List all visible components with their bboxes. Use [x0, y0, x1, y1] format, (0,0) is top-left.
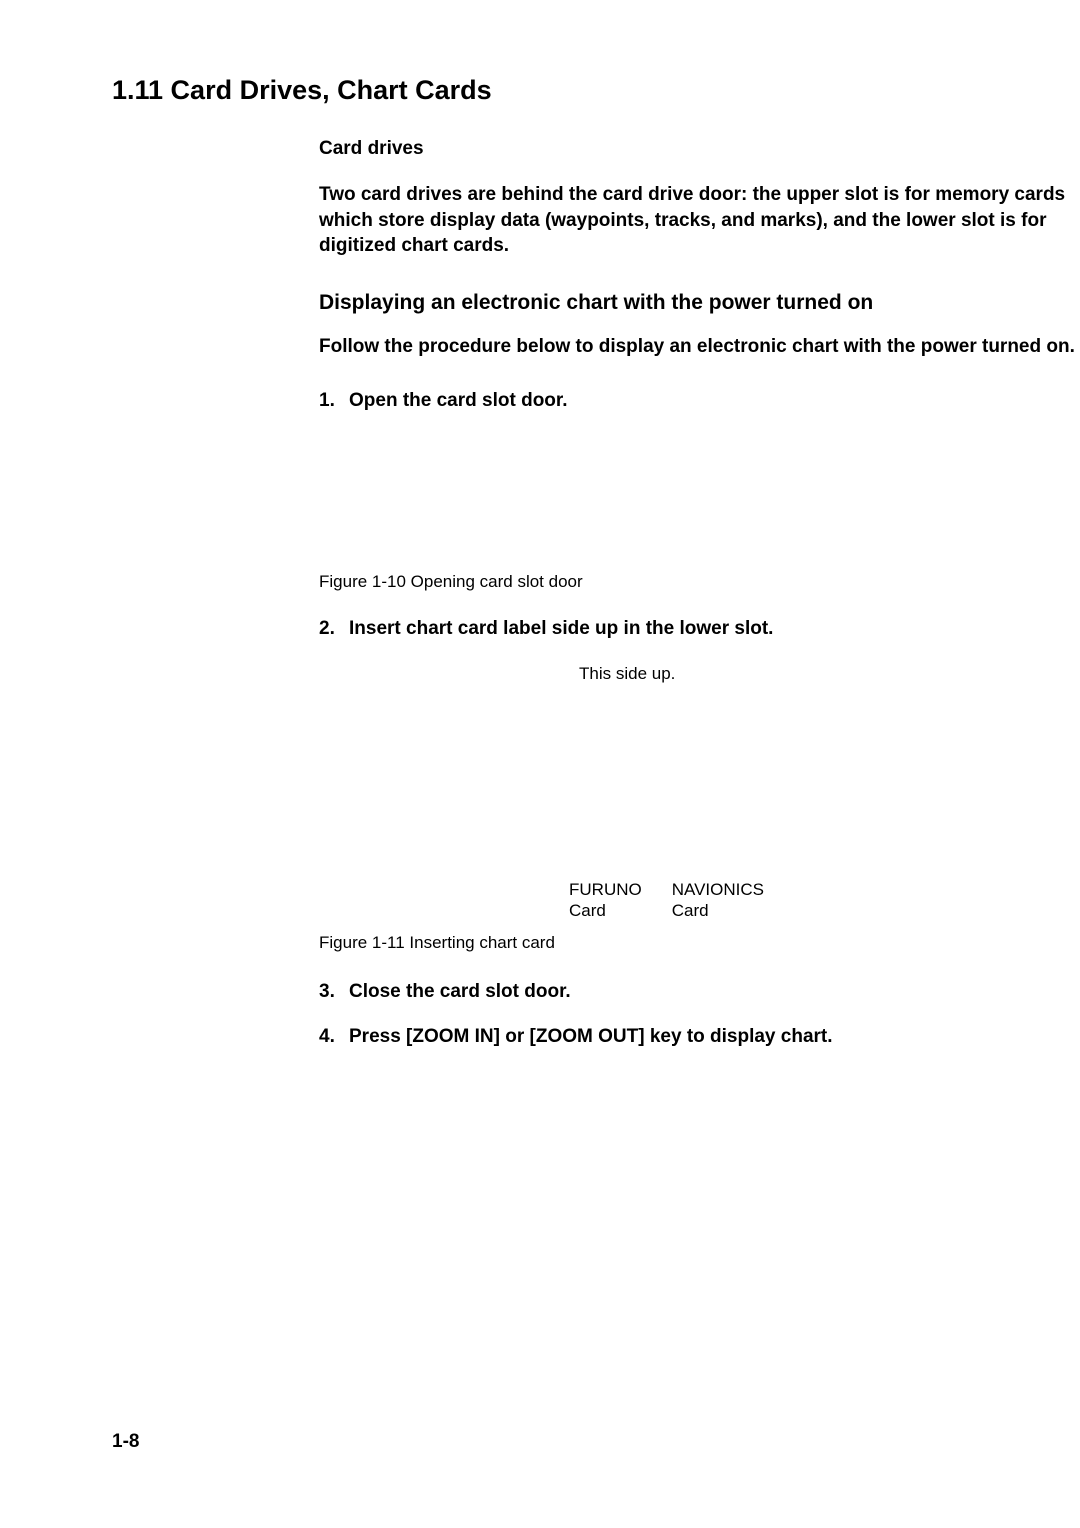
step-3-number: 3. — [319, 979, 349, 1006]
step-1-number: 1. — [319, 388, 349, 415]
step-1-text: Open the card slot door. — [349, 388, 568, 415]
step-2: 2. Insert chart card label side up in th… — [319, 616, 1079, 643]
step-2-number: 2. — [319, 616, 349, 643]
figure-2-placeholder: This side up. FURUNOCard NAVIONICSCard — [319, 661, 1079, 921]
figure-2-caption: Figure 1-11 Inserting chart card — [319, 933, 1079, 953]
section-title: 1.11 Card Drives, Chart Cards — [112, 75, 1070, 106]
step-4-number: 4. — [319, 1024, 349, 1051]
page-number: 1-8 — [112, 1431, 139, 1453]
furuno-card-label: FURUNOCard — [569, 879, 642, 922]
navionics-card-label: NAVIONICSCard — [672, 879, 764, 922]
displaying-heading: Displaying an electronic chart with the … — [319, 289, 1079, 316]
this-side-up-label: This side up. — [579, 664, 675, 684]
step-4-text: Press [ZOOM IN] or [ZOOM OUT] key to dis… — [349, 1024, 833, 1051]
step-2-text: Insert chart card label side up in the l… — [349, 616, 773, 643]
displaying-body: Follow the procedure below to display an… — [319, 334, 1079, 360]
figure-1-caption: Figure 1-10 Opening card slot door — [319, 572, 1079, 592]
step-4: 4. Press [ZOOM IN] or [ZOOM OUT] key to … — [319, 1024, 1079, 1051]
card-drives-body: Two card drives are behind the card driv… — [319, 182, 1079, 259]
card-labels-row: FURUNOCard NAVIONICSCard — [569, 879, 764, 922]
step-3: 3. Close the card slot door. — [319, 979, 1079, 1006]
step-1: 1. Open the card slot door. — [319, 388, 1079, 415]
step-3-text: Close the card slot door. — [349, 979, 571, 1006]
figure-1-placeholder — [319, 432, 1079, 572]
content-area: Card drives Two card drives are behind t… — [319, 138, 1079, 1050]
card-drives-heading: Card drives — [319, 138, 1079, 160]
